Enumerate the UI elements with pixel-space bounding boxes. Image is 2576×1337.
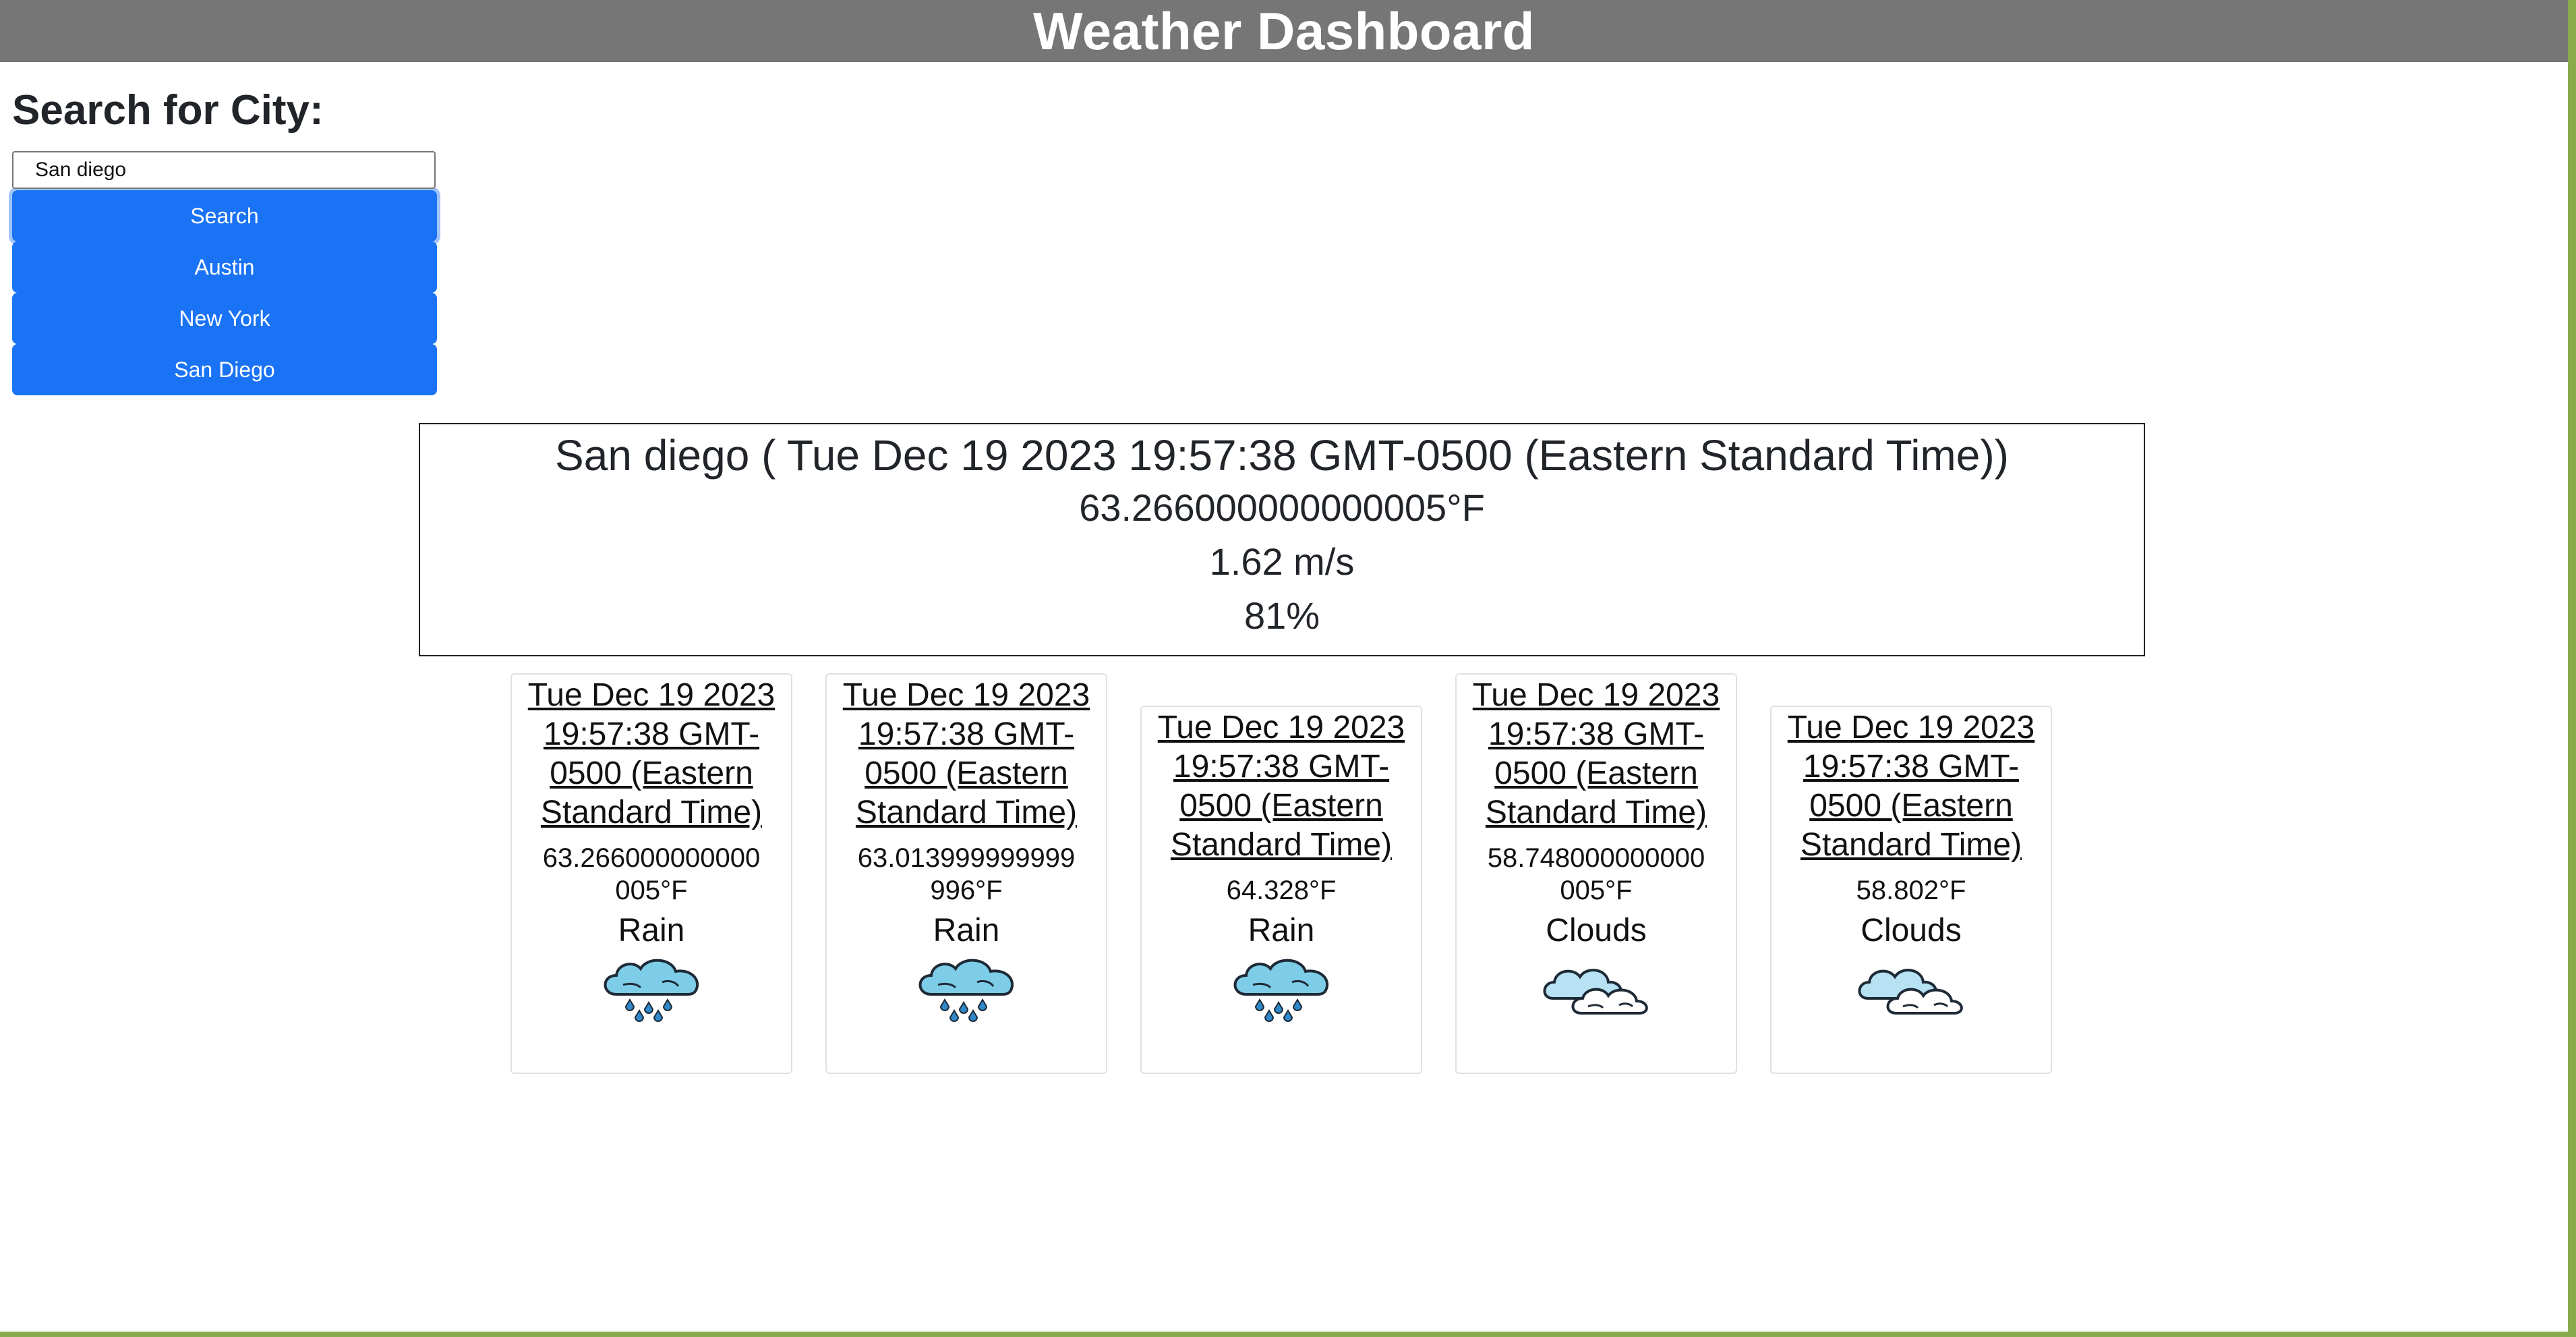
forecast-condition: Rain [1248,913,1315,948]
forecast-card: Tue Dec 19 2023 19:57:38 GMT-0500 (Easte… [825,673,1107,1074]
forecast-date-link[interactable]: Tue Dec 19 2023 19:57:38 GMT-0500 (Easte… [512,675,791,832]
rain-cloud-icon [1142,955,1421,1023]
current-weather-panel: San diego ( Tue Dec 19 2023 19:57:38 GMT… [419,423,2145,656]
window-border-right [2568,0,2576,1337]
app-header: Weather Dashboard [0,0,2568,62]
clouds-icon [1772,955,2051,1023]
search-panel: Search for City: Search Austin New York … [12,87,437,396]
forecast-temperature: 58.748000000000005°F [1487,843,1705,905]
current-humidity: 81% [1243,594,1320,637]
current-temperature: 63.266000000000005°F [1079,486,1485,529]
current-city-title: San diego ( Tue Dec 19 2023 19:57:38 GMT… [555,431,2009,480]
forecast-condition: Clouds [1861,913,1962,948]
clouds-icon [1457,955,1736,1023]
search-history: Austin New York San Diego [12,241,437,396]
city-search-input[interactable] [12,151,436,190]
forecast-date-link[interactable]: Tue Dec 19 2023 19:57:38 GMT-0500 (Easte… [1457,675,1736,832]
current-wind: 1.62 m/s [1209,540,1355,583]
forecast-condition: Clouds [1546,913,1647,948]
search-heading: Search for City: [12,87,324,134]
rain-cloud-icon [827,955,1106,1023]
forecast-card: Tue Dec 19 2023 19:57:38 GMT-0500 (Easte… [1140,706,1422,1074]
forecast-card: Tue Dec 19 2023 19:57:38 GMT-0500 (Easte… [510,673,792,1074]
forecast-date-link[interactable]: Tue Dec 19 2023 19:57:38 GMT-0500 (Easte… [827,675,1106,832]
forecast-date-link[interactable]: Tue Dec 19 2023 19:57:38 GMT-0500 (Easte… [1142,707,1421,865]
forecast-temperature: 63.266000000000005°F [542,843,761,905]
window-border-bottom [0,1332,2576,1337]
history-button-new-york[interactable]: New York [12,293,437,345]
rain-cloud-icon [512,955,791,1023]
search-button[interactable]: Search [12,190,437,242]
forecast-condition: Rain [933,913,1000,948]
forecast-card: Tue Dec 19 2023 19:57:38 GMT-0500 (Easte… [1770,706,2052,1074]
history-button-austin[interactable]: Austin [12,241,437,293]
page-title: Weather Dashboard [1033,1,1535,61]
forecast-temperature: 58.802°F [1856,876,1966,905]
forecast-row: Tue Dec 19 2023 19:57:38 GMT-0500 (Easte… [510,673,2055,1074]
forecast-temperature: 64.328°F [1226,876,1337,905]
history-button-san-diego[interactable]: San Diego [12,344,437,396]
forecast-temperature: 63.013999999999996°F [857,843,1076,905]
forecast-card: Tue Dec 19 2023 19:57:38 GMT-0500 (Easte… [1455,673,1737,1074]
forecast-date-link[interactable]: Tue Dec 19 2023 19:57:38 GMT-0500 (Easte… [1772,707,2051,865]
forecast-condition: Rain [618,913,685,948]
